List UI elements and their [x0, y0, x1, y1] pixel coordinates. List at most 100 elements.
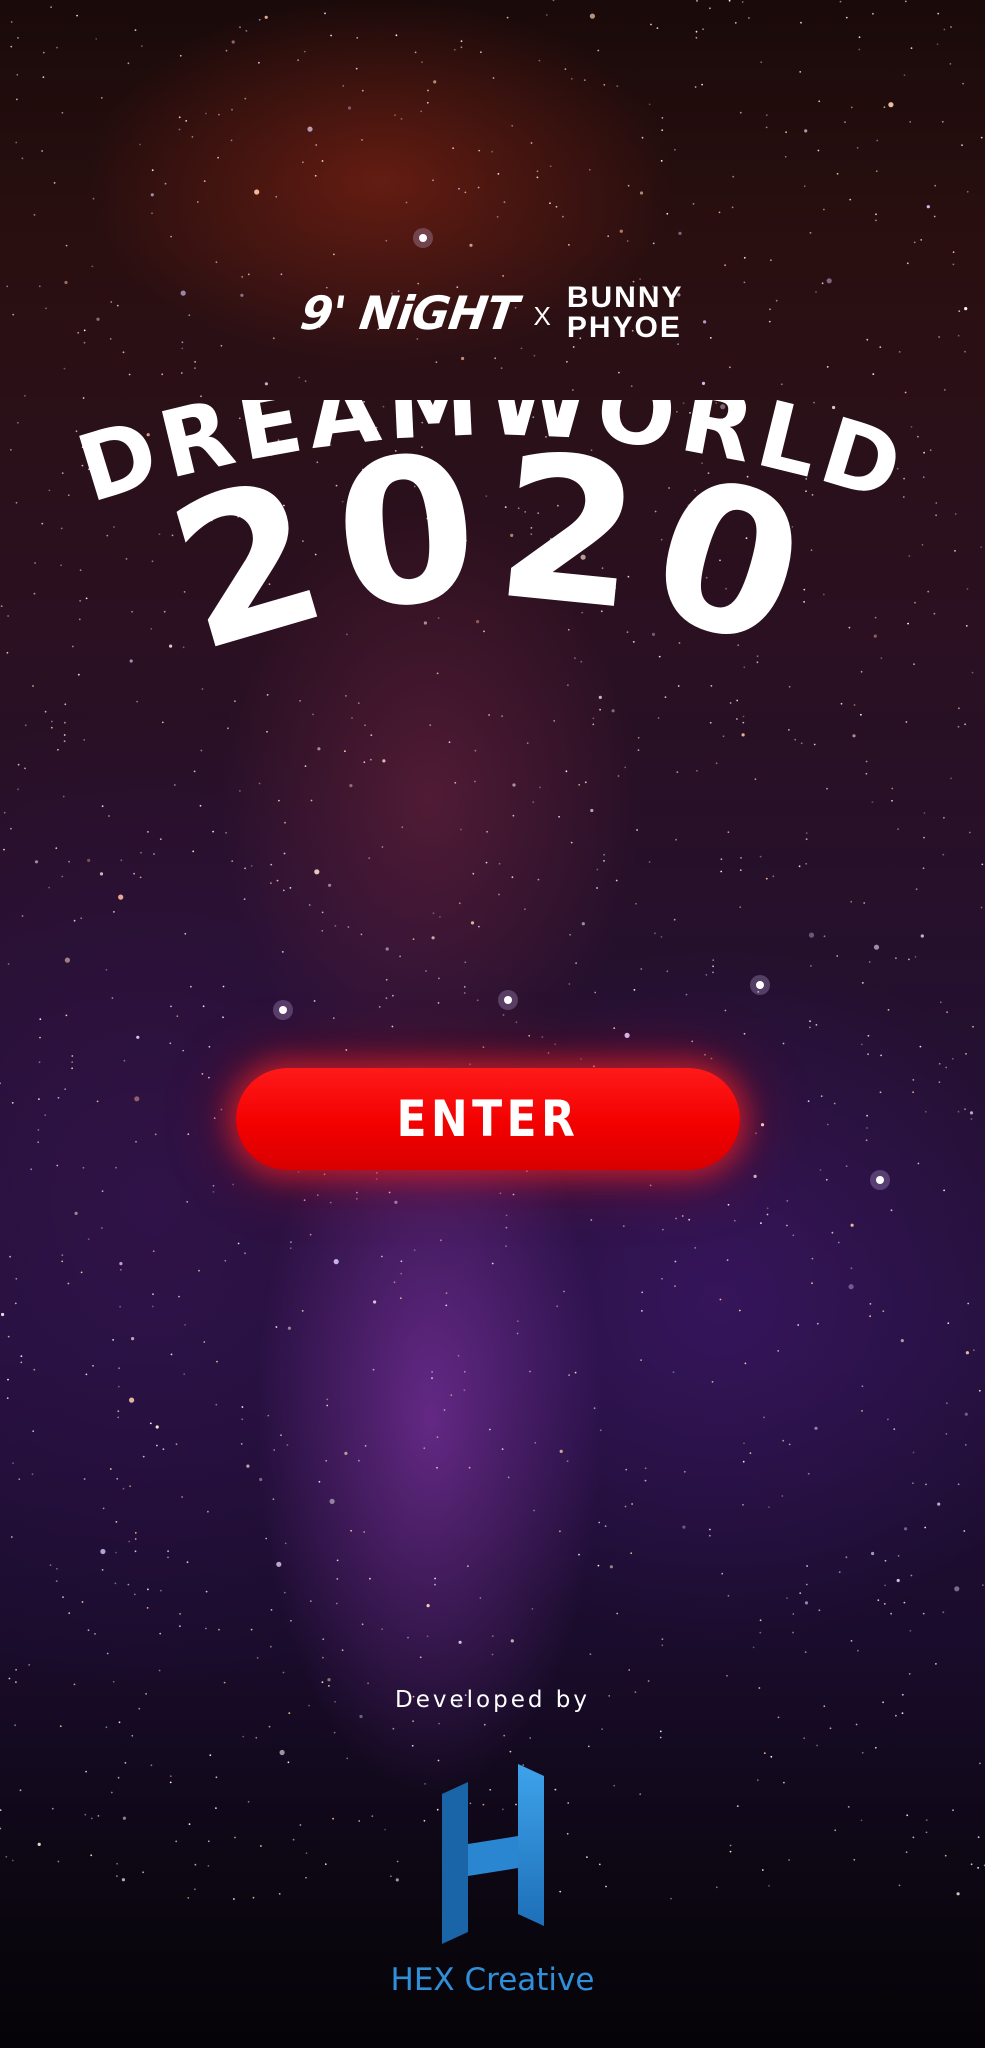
star: [180, 372, 183, 374]
star: [952, 1809, 954, 1812]
star: [733, 1219, 736, 1222]
star: [96, 1100, 99, 1103]
star: [207, 1865, 210, 1867]
star: [811, 1257, 814, 1260]
star: [866, 1127, 868, 1129]
enter-button[interactable]: ENTER: [236, 1068, 740, 1170]
star: [170, 1005, 172, 1008]
star: [969, 1111, 974, 1115]
star: [594, 991, 597, 994]
star: [727, 831, 730, 834]
star: [639, 191, 644, 195]
star: [554, 1788, 557, 1791]
star: [619, 229, 623, 233]
star: [155, 1425, 159, 1429]
star: [920, 934, 924, 938]
star: [912, 1079, 915, 1081]
star: [101, 1190, 104, 1192]
star: [625, 1468, 628, 1471]
star: [19, 1789, 22, 1792]
bunny-phyoe-logo: BUNNY PHYOE: [567, 283, 684, 343]
star: [275, 195, 278, 198]
star: [327, 1678, 331, 1682]
star: [438, 977, 440, 980]
star: [568, 244, 570, 246]
star: [458, 902, 461, 905]
star: [965, 1053, 967, 1055]
star: [674, 148, 676, 151]
star: [511, 876, 514, 879]
star: [114, 1582, 117, 1585]
star: [950, 777, 952, 780]
star: [877, 1599, 880, 1602]
star: [363, 1531, 366, 1533]
star: [361, 139, 363, 141]
star: [423, 1819, 426, 1822]
bright-star: [876, 1176, 884, 1184]
star: [217, 156, 220, 159]
star: [807, 1100, 810, 1103]
star: [92, 197, 95, 200]
star: [276, 1561, 282, 1567]
star: [405, 201, 408, 204]
star: [770, 1755, 773, 1758]
star: [313, 1000, 316, 1002]
star: [205, 1590, 208, 1593]
star: [567, 1802, 570, 1804]
star: [980, 906, 983, 909]
star: [925, 1831, 928, 1834]
star: [732, 175, 735, 178]
star: [240, 1443, 243, 1445]
star: [872, 373, 875, 375]
star: [434, 1577, 436, 1580]
star: [423, 1447, 426, 1450]
star: [133, 1593, 136, 1596]
star: [856, 147, 859, 149]
star: [73, 1683, 76, 1686]
star: [305, 1852, 308, 1855]
star: [142, 1455, 145, 1458]
star: [436, 1436, 439, 1438]
star: [565, 770, 568, 773]
star: [915, 888, 918, 891]
star: [505, 1245, 507, 1248]
star: [458, 187, 460, 190]
star: [169, 1781, 172, 1784]
star: [342, 85, 345, 87]
star: [868, 961, 871, 963]
star: [788, 1859, 790, 1861]
star: [150, 193, 154, 197]
star: [139, 143, 142, 146]
star: [924, 1110, 927, 1113]
star: [970, 1863, 973, 1866]
star: [860, 1043, 863, 1046]
star: [922, 1612, 925, 1615]
star: [613, 1027, 616, 1029]
star: [837, 1241, 840, 1244]
star: [314, 869, 320, 875]
star: [662, 1228, 664, 1231]
star: [420, 110, 423, 113]
star: [890, 1209, 893, 1212]
star: [547, 1052, 550, 1054]
star: [281, 951, 284, 953]
star: [688, 1218, 691, 1221]
star: [175, 1840, 178, 1843]
star: [648, 861, 651, 863]
star: [381, 846, 384, 848]
star: [215, 1807, 217, 1809]
star: [284, 1542, 287, 1545]
star: [763, 1416, 765, 1419]
star: [108, 815, 110, 817]
star: [392, 1727, 395, 1730]
star: [322, 1656, 324, 1659]
star: [413, 1249, 416, 1252]
star: [694, 1247, 697, 1249]
star: [170, 1353, 173, 1356]
star: [259, 1477, 263, 1482]
star: [695, 30, 698, 33]
star: [861, 1751, 864, 1754]
star: [597, 49, 600, 52]
star: [607, 235, 610, 238]
star: [563, 1290, 565, 1293]
